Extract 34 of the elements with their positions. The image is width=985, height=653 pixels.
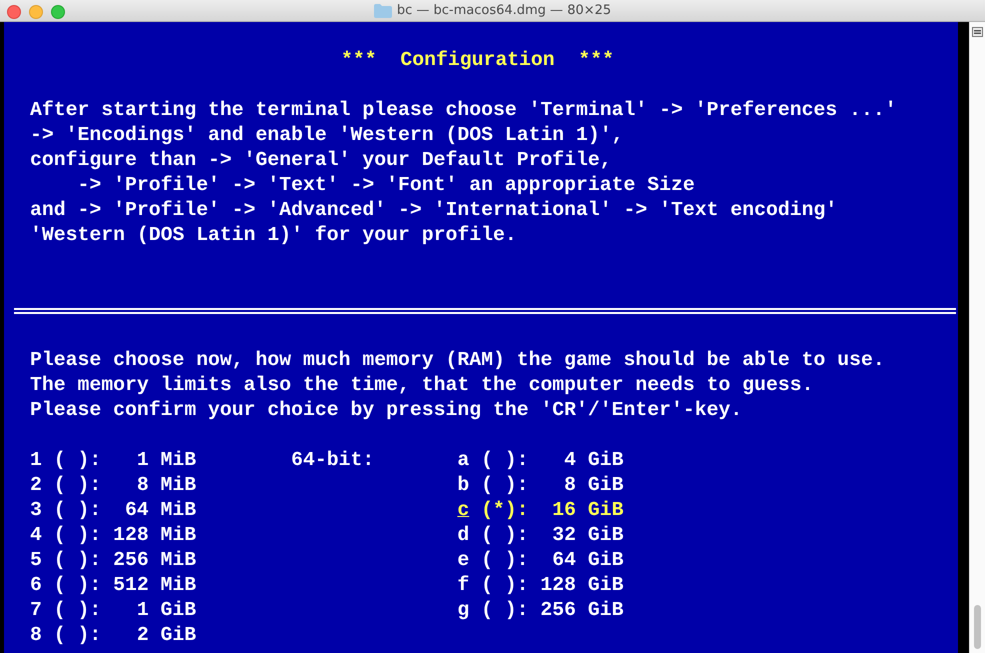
memory-option[interactable]: 5 ( ): 256 MiB <box>30 548 292 573</box>
memory-option[interactable]: g ( ): 256 GiB <box>457 598 624 623</box>
memory-option[interactable]: 4 ( ): 128 MiB <box>30 523 292 548</box>
folder-icon <box>374 4 392 18</box>
memory-option[interactable]: b ( ): 8 GiB <box>457 473 624 498</box>
memory-option[interactable]: d ( ): 32 GiB <box>457 523 624 548</box>
memory-option[interactable]: 3 ( ): 64 MiB <box>30 498 292 523</box>
scrollbar[interactable] <box>969 22 985 653</box>
memory-option[interactable]: 1 ( ): 1 MiB <box>30 448 292 473</box>
prompt-line: Please confirm your choice by pressing the 'CR'/'Enter'-key. <box>30 399 742 421</box>
memory-option[interactable]: 2 ( ): 8 MiB <box>30 473 292 498</box>
prompt-line: The memory limits also the time, that the computer needs to guess. <box>30 374 814 396</box>
instruction-line: After starting the terminal please choose 'Terminal' -> 'Preferences ...' <box>30 99 897 121</box>
instruction-line: -> 'Encodings' and enable 'Western (DOS Latin 1)', <box>30 124 624 146</box>
instruction-line: and -> 'Profile' -> 'Advanced' -> 'International' -> 'Text encoding' <box>30 199 838 221</box>
memory-option[interactable]: e ( ): 64 GiB <box>457 548 624 573</box>
split-icon[interactable] <box>972 27 984 37</box>
instruction-line: configure than -> 'General' your Default Profile, <box>30 149 612 171</box>
instruction-line: 'Western (DOS Latin 1)' for your profile. <box>30 224 517 246</box>
memory-option[interactable]: 7 ( ): 1 GiB <box>30 598 292 623</box>
scroll-thumb[interactable] <box>974 605 982 649</box>
close-button[interactable] <box>7 5 21 19</box>
minimize-button[interactable] <box>29 5 43 19</box>
memory-option[interactable]: c (*): 16 GiB <box>457 498 624 523</box>
window-title: bc — bc-macos64.dmg — 80×25 <box>396 3 612 18</box>
memory-option[interactable]: a ( ): 4 GiB <box>457 448 624 473</box>
heading: *** Configuration *** <box>340 49 614 71</box>
memory-option[interactable]: 8 ( ): 2 GiB <box>30 623 292 648</box>
memory-option[interactable]: f ( ): 128 GiB <box>457 573 624 598</box>
instruction-line: -> 'Profile' -> 'Text' -> 'Font' an appropriate Size <box>76 174 695 196</box>
bits-label: 64-bit: <box>291 449 374 471</box>
zoom-button[interactable] <box>51 5 65 19</box>
prompt-line: Please choose now, how much memory (RAM) the game should be able to use. <box>30 349 885 371</box>
memory-option[interactable]: 6 ( ): 512 MiB <box>30 573 292 598</box>
